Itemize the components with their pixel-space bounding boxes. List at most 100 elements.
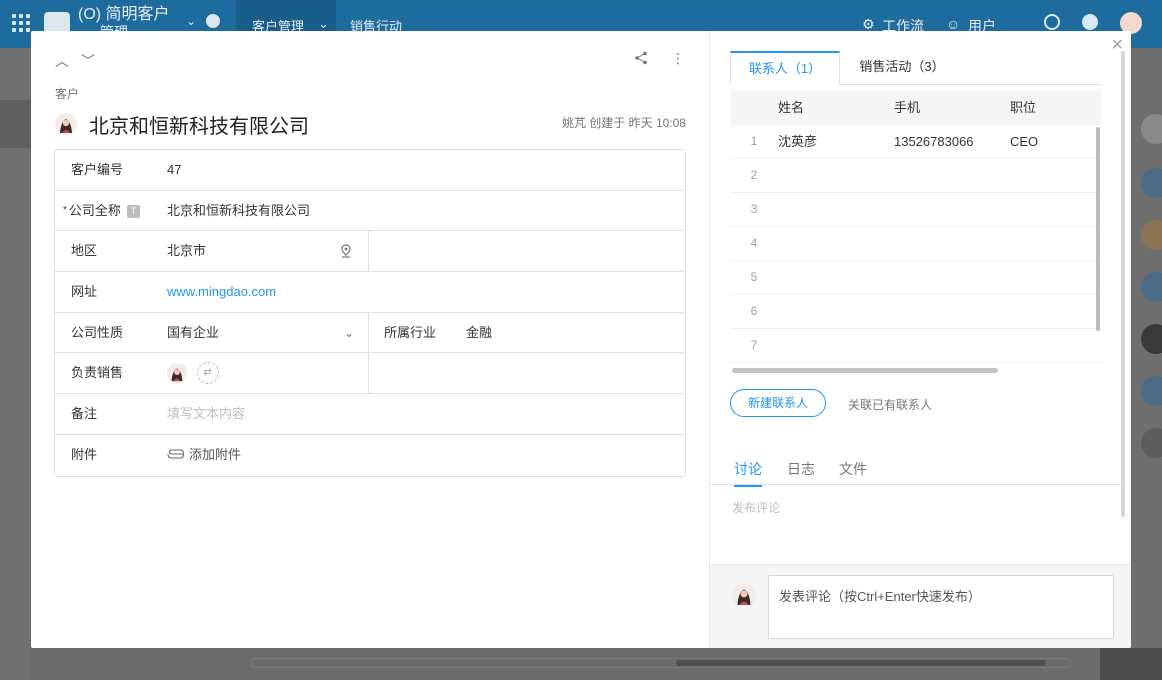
field-row-customer-no: 客户编号 47 (55, 150, 685, 191)
table-horizontal-scrollbar[interactable] (732, 368, 998, 373)
share-icon[interactable] (634, 51, 648, 65)
tab-contacts[interactable]: 联系人（1） (730, 51, 840, 85)
search-icon[interactable] (1044, 14, 1060, 30)
row-index: 6 (750, 304, 758, 318)
record-form: 客户编号 47 * 公司全称 T 北京和恒新科技有限公司 地区 北京市 网址 w… (54, 149, 686, 477)
chevron-down-icon[interactable]: ⌄ (344, 313, 354, 353)
info-icon[interactable] (206, 14, 220, 28)
cell-name (778, 159, 894, 192)
link-existing-contact-button[interactable]: 关联已有联系人 (848, 396, 932, 413)
field-row-region: 地区 北京市 (55, 231, 685, 273)
required-marker: * (63, 204, 67, 216)
industry-value[interactable]: 金融 (466, 313, 685, 353)
users-icon[interactable]: ☺ (946, 16, 960, 32)
column-header-name: 姓名 (778, 100, 805, 115)
tab-sales-activities[interactable]: 销售活动（3） (852, 51, 952, 85)
background-left-strip (0, 48, 32, 680)
table-row: 3 (730, 193, 1102, 227)
cell-name (778, 193, 894, 226)
cell-title (1010, 227, 1102, 260)
row-index: 5 (750, 270, 758, 284)
field-label: 所属行业 (384, 324, 437, 340)
record-detail-modal: × ︿ ﹀ ⋮ 客户 北京和恒新科技有限公司 姚芃 创建于 昨天 10:08 客… (31, 31, 1131, 648)
row-index: 3 (750, 202, 758, 216)
comment-input[interactable]: 发表评论（按Ctrl+Enter快速发布） (768, 575, 1114, 639)
add-attachment-button[interactable]: 添加附件 (155, 435, 685, 476)
field-label: 公司性质 (71, 324, 124, 340)
customer-no-value[interactable]: 47 (155, 150, 685, 190)
cell-name (778, 261, 894, 294)
field-row-attachment: 附件 添加附件 (55, 435, 685, 476)
related-tabs: 联系人（1） 销售活动（3） (730, 51, 1102, 85)
remark-input[interactable]: 填写文本内容 (155, 394, 685, 434)
contacts-table: 姓名 手机 职位 1 沈英彦 13526783066 CEO 2 3 4 5 6… (730, 91, 1102, 363)
cell-title (1010, 329, 1102, 362)
previous-record-icon[interactable]: ︿ (55, 51, 69, 71)
table-row[interactable]: 1 沈英彦 13526783066 CEO (730, 125, 1102, 159)
column-header-title: 职位 (1010, 100, 1037, 115)
chevron-down-icon[interactable]: ⌄ (186, 14, 196, 28)
sales-owner-empty-cell (369, 353, 685, 393)
header-index (730, 91, 778, 125)
field-row-remark: 备注 填写文本内容 (55, 394, 685, 435)
row-index: 7 (750, 338, 758, 352)
cell-title (1010, 193, 1102, 226)
cell-phone: 13526783066 (894, 134, 974, 149)
record-type-label: 客户 (55, 87, 80, 101)
company-nature-value: 国有企业 (167, 324, 220, 340)
background-right-column (1131, 48, 1162, 680)
cell-title (1010, 159, 1102, 192)
cell-title (1010, 295, 1102, 328)
sales-owner-field: ⇄ (155, 353, 369, 394)
swap-owner-icon[interactable]: ⇄ (196, 362, 219, 384)
background-bottom (31, 648, 1131, 680)
commenter-avatar (732, 583, 756, 607)
tab-files[interactable]: 文件 (839, 459, 867, 479)
owner-avatar[interactable] (167, 363, 187, 383)
record-created-meta: 姚芃 创建于 昨天 10:08 (561, 116, 686, 130)
cell-name (778, 295, 894, 328)
record-nav: ︿ ﹀ (55, 51, 95, 71)
cell-phone (894, 193, 1010, 226)
panel-scrollbar[interactable] (1121, 51, 1125, 517)
tab-discussion[interactable]: 讨论 (734, 459, 762, 487)
field-label: 地区 (71, 243, 98, 259)
paperclip-icon (167, 449, 185, 459)
app-grid-icon[interactable] (12, 14, 30, 32)
column-header-phone: 手机 (894, 100, 921, 115)
next-record-icon[interactable]: ﹀ (81, 51, 95, 71)
field-label: 网址 (71, 284, 98, 300)
new-contact-button[interactable]: 新建联系人 (730, 389, 826, 417)
cell-phone (894, 159, 1010, 192)
company-nature-select[interactable]: 国有企业 ⌄ (155, 312, 369, 353)
table-vertical-scrollbar[interactable] (1096, 127, 1100, 331)
cell-phone (894, 329, 1010, 362)
record-left-panel: ︿ ﹀ ⋮ 客户 北京和恒新科技有限公司 姚芃 创建于 昨天 10:08 客户编… (31, 31, 709, 648)
cell-phone (894, 295, 1010, 328)
record-avatar (55, 113, 77, 135)
row-index: 2 (750, 168, 758, 182)
website-link[interactable]: www.mingdao.com (155, 272, 685, 312)
field-label-text: 公司全称 (68, 202, 121, 218)
full-name-value[interactable]: 北京和恒新科技有限公司 (155, 191, 685, 231)
region-field[interactable]: 北京市 (155, 231, 369, 272)
cell-phone (894, 261, 1010, 294)
help-icon[interactable] (1082, 14, 1098, 30)
field-label: 负责销售 (71, 365, 124, 381)
cell-title (1010, 261, 1102, 294)
field-row-website: 网址 www.mingdao.com (55, 272, 685, 313)
row-index: 4 (750, 236, 758, 250)
region-empty-cell (369, 231, 685, 271)
add-attachment-label: 添加附件 (189, 446, 242, 462)
tab-chevron-icon[interactable]: ⌄ (318, 16, 329, 32)
field-label: 备注 (71, 406, 98, 422)
location-pin-icon[interactable] (340, 244, 352, 258)
table-row: 2 (730, 159, 1102, 193)
table-header: 姓名 手机 职位 (730, 91, 1102, 125)
field-row-full-name: * 公司全称 T 北京和恒新科技有限公司 (55, 191, 685, 232)
more-options-icon[interactable]: ⋮ (671, 50, 685, 66)
table-row: 6 (730, 295, 1102, 329)
cell-phone (894, 227, 1010, 260)
tab-log[interactable]: 日志 (787, 459, 815, 479)
table-row: 4 (730, 227, 1102, 261)
